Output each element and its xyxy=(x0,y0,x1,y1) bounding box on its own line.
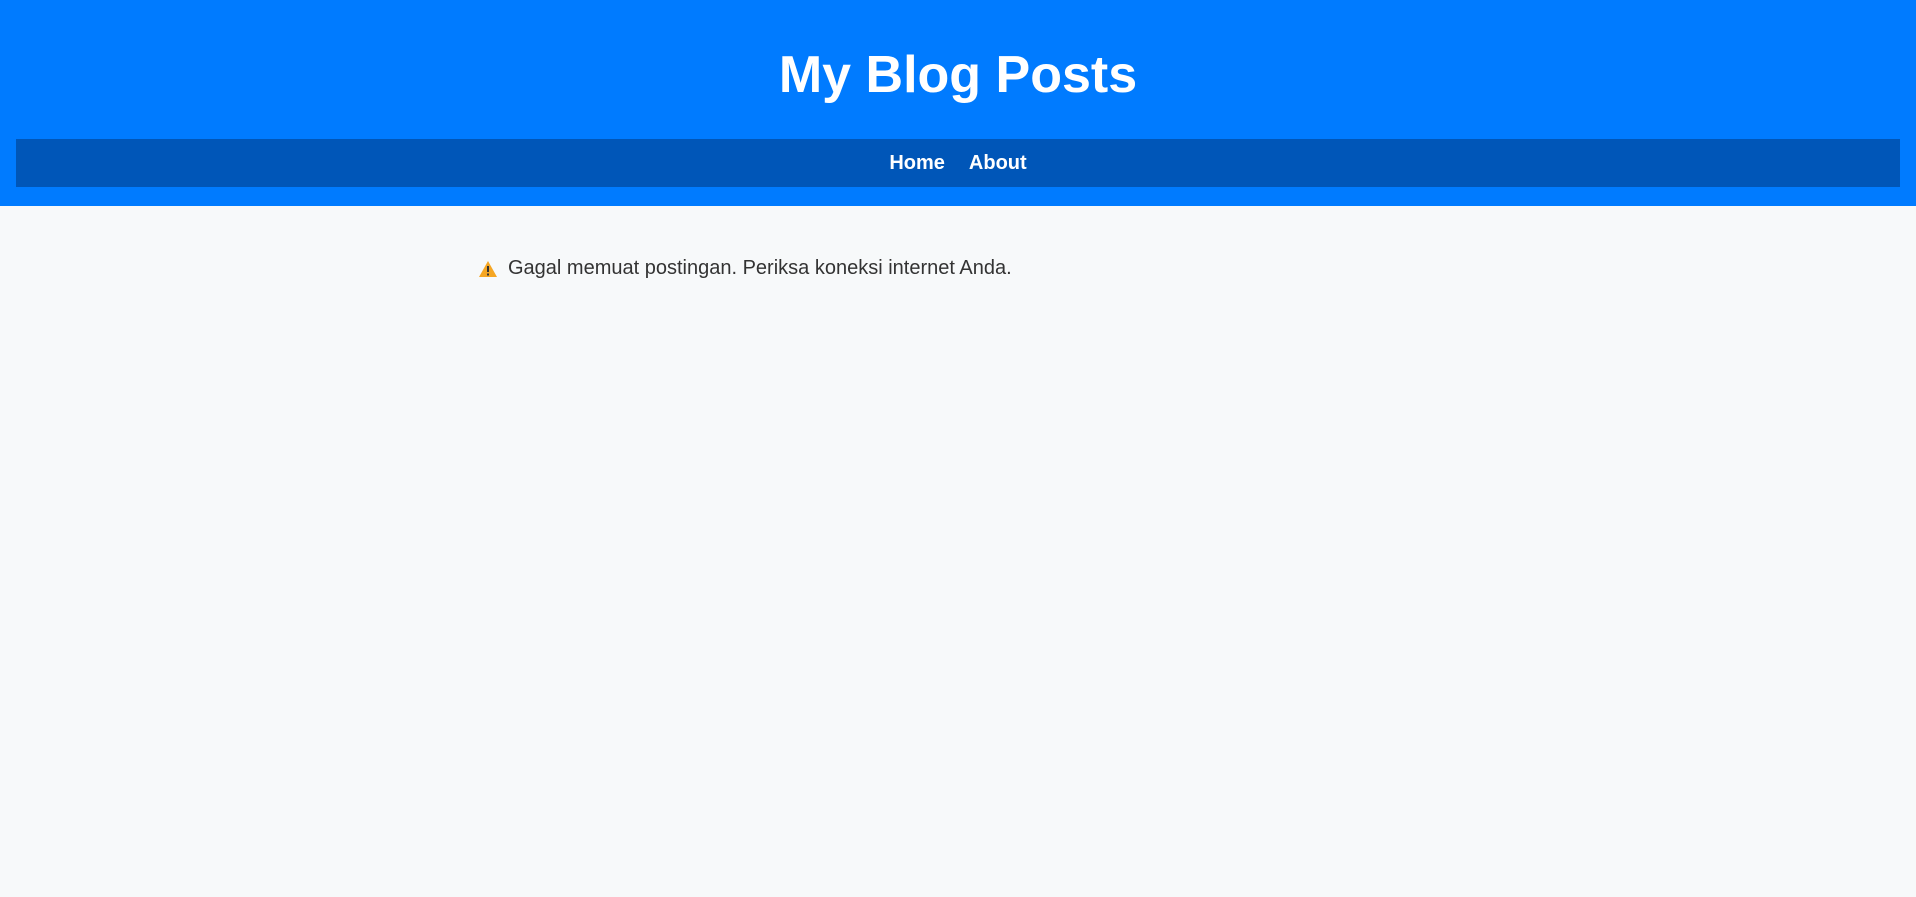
main-nav: Home About xyxy=(16,139,1900,187)
nav-link-home[interactable]: Home xyxy=(889,139,945,187)
main-content: Gagal memuat postingan. Periksa koneksi … xyxy=(478,206,1438,283)
site-header: My Blog Posts Home About xyxy=(0,0,1916,206)
warning-icon xyxy=(478,258,498,278)
error-message: Gagal memuat postingan. Periksa koneksi … xyxy=(478,253,1438,283)
nav-link-about[interactable]: About xyxy=(969,139,1027,187)
error-text: Gagal memuat postingan. Periksa koneksi … xyxy=(508,257,1012,279)
page-title: My Blog Posts xyxy=(778,46,1138,104)
